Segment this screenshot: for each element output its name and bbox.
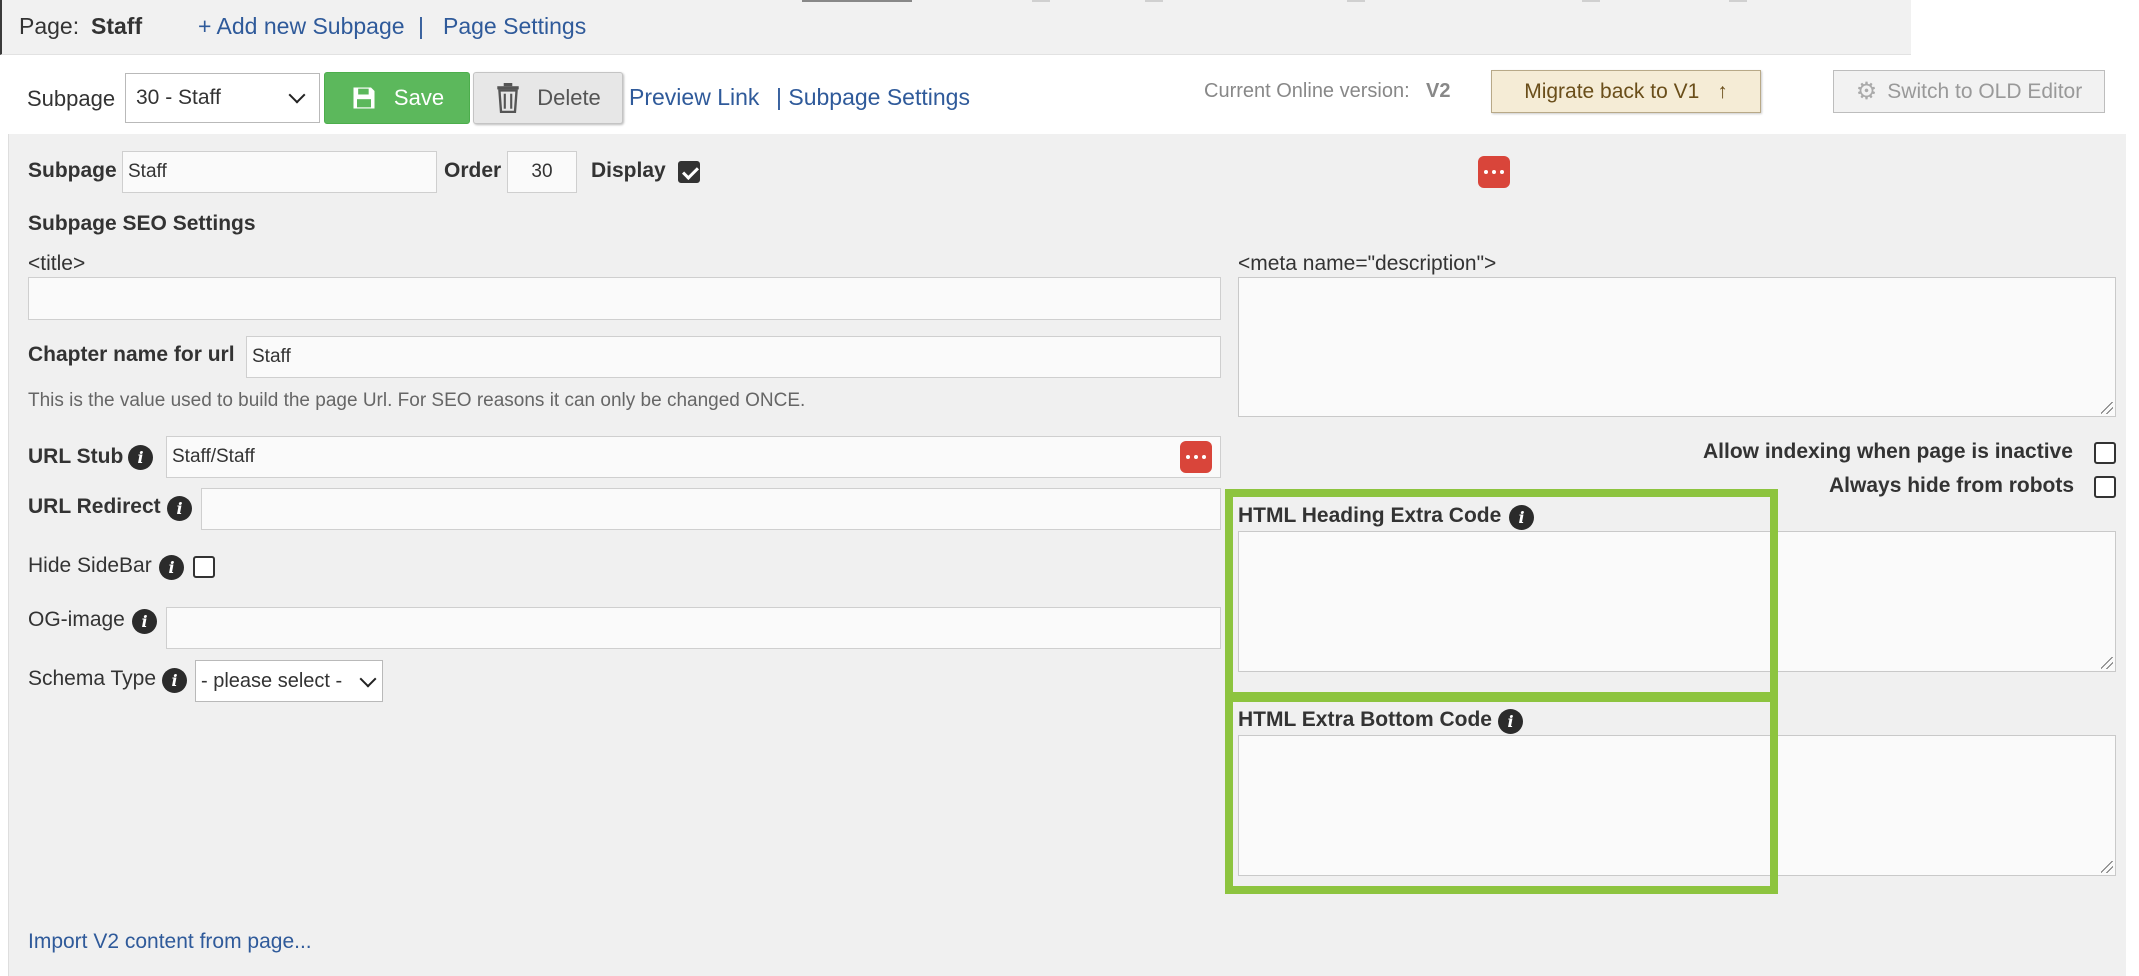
highlight-box-bottom xyxy=(1225,692,1778,894)
info-icon[interactable]: i xyxy=(128,445,153,470)
switch-old-editor-label: Switch to OLD Editor xyxy=(1887,79,2083,103)
highlight-box-heading xyxy=(1225,489,1778,702)
gears-icon: ⚙ xyxy=(1855,78,1878,105)
url-redirect-input[interactable] xyxy=(201,488,1221,530)
hide-robots-label: Always hide from robots xyxy=(1829,474,2075,497)
url-stub-input[interactable]: Staff/Staff xyxy=(166,436,1221,478)
page-header: Page: Staff + Add new Subpage | Page Set… xyxy=(0,0,1911,55)
chapter-name-value: Staff xyxy=(252,346,291,367)
floppy-disk-icon xyxy=(353,87,375,109)
meta-description-label: <meta name="description"> xyxy=(1238,252,1497,275)
tab-indicator xyxy=(1347,0,1365,2)
order-input[interactable]: 30 xyxy=(507,151,577,193)
info-icon[interactable]: i xyxy=(159,555,184,580)
chapter-name-label: Chapter name for url xyxy=(28,343,235,366)
import-v2-link[interactable]: Import V2 content from page... xyxy=(28,930,312,954)
info-icon[interactable]: i xyxy=(167,496,192,521)
url-stub-label: URL Stub xyxy=(28,445,124,468)
url-stub-value: Staff/Staff xyxy=(172,446,255,467)
tab-indicator xyxy=(1582,0,1600,2)
delete-button[interactable]: Delete xyxy=(473,72,623,124)
og-image-label: OG-image xyxy=(28,608,125,631)
chapter-name-input[interactable]: Staff xyxy=(246,336,1221,378)
og-image-input[interactable] xyxy=(166,607,1221,649)
allow-indexing-checkbox[interactable] xyxy=(2094,442,2116,464)
tab-indicator xyxy=(1145,0,1163,2)
display-label: Display xyxy=(591,159,666,182)
schema-type-select[interactable]: - please select - xyxy=(195,660,383,702)
page-title-prefix: Page: xyxy=(19,13,80,39)
migrate-back-button[interactable]: Migrate back to V1 ↑ xyxy=(1491,70,1761,113)
migrate-back-label: Migrate back to V1 xyxy=(1524,79,1700,103)
add-subpage-link[interactable]: + Add new Subpage xyxy=(198,13,405,40)
trash-icon xyxy=(497,83,519,113)
hide-sidebar-label: Hide SideBar xyxy=(28,554,152,577)
hide-sidebar-checkbox[interactable] xyxy=(193,556,215,578)
schema-type-value: - please select - xyxy=(201,669,343,692)
resize-handle-icon[interactable] xyxy=(2101,657,2113,669)
chapter-name-help: This is the value used to build the page… xyxy=(28,390,806,411)
page-title: Staff xyxy=(91,13,143,39)
subpage-name-label: Subpage xyxy=(28,159,117,182)
right-margin xyxy=(2126,0,2139,976)
title-tag-label: <title> xyxy=(28,252,86,275)
seo-settings-heading: Subpage SEO Settings xyxy=(28,212,256,235)
meta-description-textarea[interactable] xyxy=(1238,277,2116,417)
online-version-label: Current Online version: xyxy=(1204,80,1410,102)
url-redirect-label: URL Redirect xyxy=(28,495,161,518)
info-icon[interactable]: i xyxy=(162,668,187,693)
tab-indicator xyxy=(802,0,912,2)
delete-button-label: Delete xyxy=(537,85,601,110)
order-label: Order xyxy=(444,159,502,182)
title-tag-input[interactable] xyxy=(28,277,1221,320)
more-options-icon[interactable] xyxy=(1180,441,1212,473)
header-separator: | xyxy=(418,13,424,39)
arrow-up-icon: ↑ xyxy=(1717,79,1728,103)
save-button-label: Save xyxy=(393,85,445,110)
online-version-value: V2 xyxy=(1426,80,1451,102)
subpage-settings-link[interactable]: | Subpage Settings xyxy=(776,84,970,111)
subpage-select[interactable]: 30 - Staff xyxy=(125,73,320,123)
save-button[interactable]: Save xyxy=(324,72,470,124)
toolbar: Subpage 30 - Staff Save Delete Preview L… xyxy=(8,56,2125,134)
preview-link[interactable]: Preview Link xyxy=(629,84,759,111)
info-icon[interactable]: i xyxy=(132,609,157,634)
more-options-icon[interactable] xyxy=(1478,156,1510,188)
resize-handle-icon[interactable] xyxy=(2101,861,2113,873)
switch-old-editor-button[interactable]: ⚙ Switch to OLD Editor xyxy=(1833,70,2105,113)
hide-robots-checkbox[interactable] xyxy=(2094,476,2116,498)
schema-type-label: Schema Type xyxy=(28,667,157,690)
subpage-name-input[interactable]: Staff xyxy=(122,151,437,193)
display-checkbox[interactable] xyxy=(678,161,700,183)
chevron-down-icon xyxy=(288,86,306,104)
subpage-form: Subpage Staff Order 30 Display Subpage S… xyxy=(8,134,2126,976)
tab-indicator xyxy=(1729,0,1747,2)
resize-handle-icon[interactable] xyxy=(2101,402,2113,414)
allow-indexing-label: Allow indexing when page is inactive xyxy=(1703,440,2073,463)
subpage-name-value: Staff xyxy=(128,161,167,182)
subpage-select-value: 30 - Staff xyxy=(136,86,221,109)
page-settings-link[interactable]: Page Settings xyxy=(443,13,586,40)
tab-indicator xyxy=(1032,0,1050,2)
chevron-down-icon xyxy=(359,670,377,688)
subpage-select-label: Subpage xyxy=(27,86,116,111)
order-value: 30 xyxy=(531,161,553,182)
